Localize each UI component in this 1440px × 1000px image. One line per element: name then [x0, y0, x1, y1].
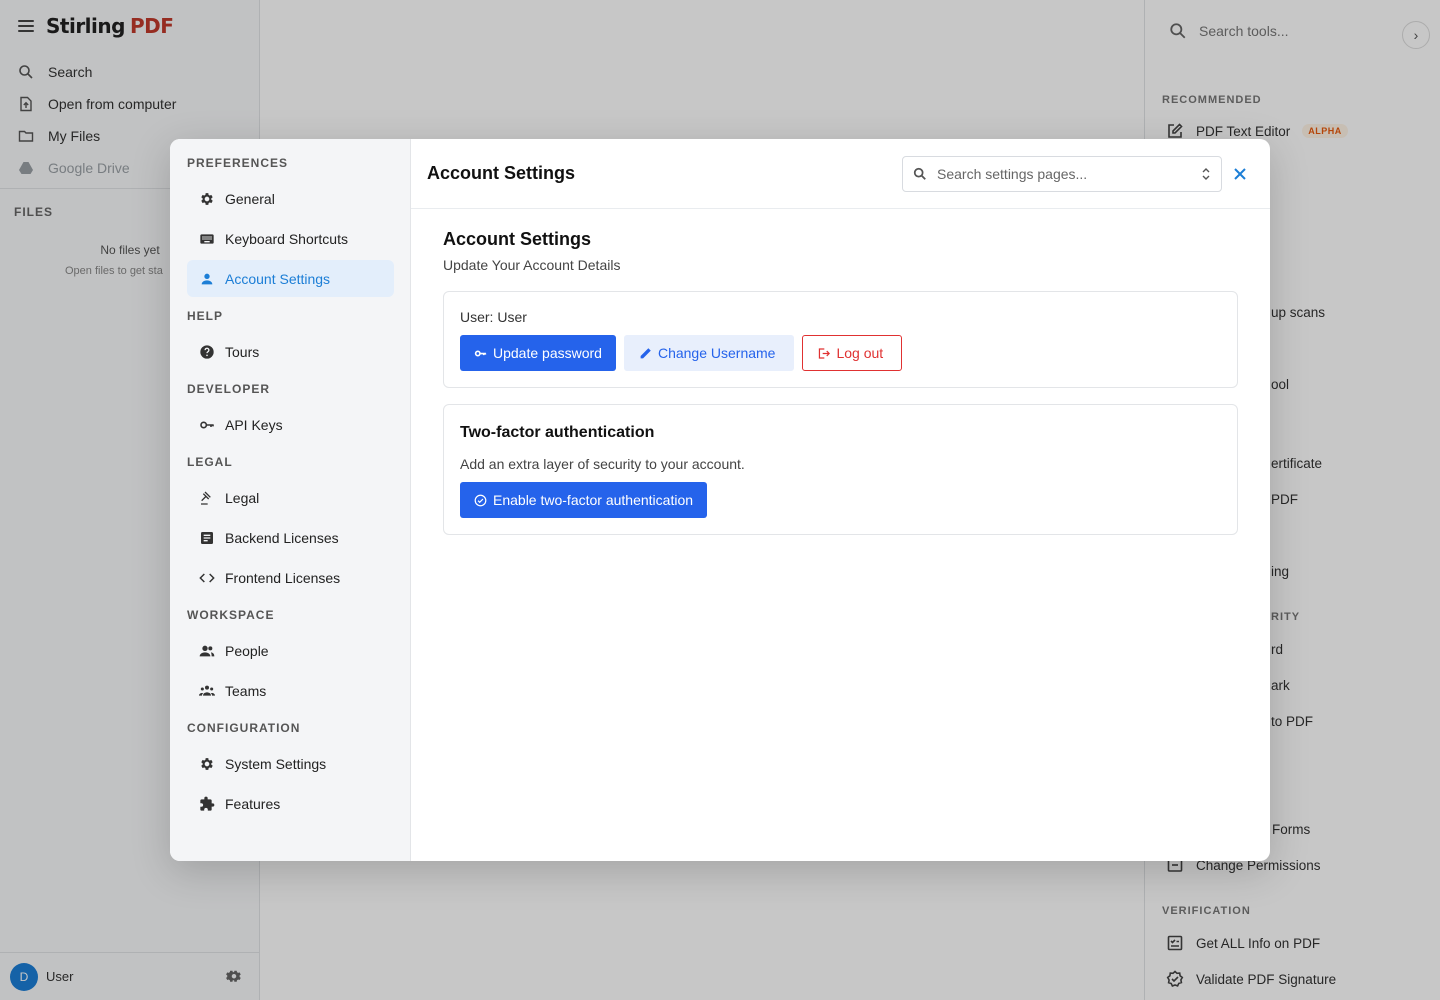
help-circle-icon	[200, 344, 214, 359]
two-factor-card: Two-factor authentication Add an extra l…	[443, 404, 1238, 535]
chevron-up-down-icon[interactable]	[1201, 167, 1211, 181]
group-label: PREFERENCES	[187, 156, 289, 170]
sidebar-item-label: Teams	[225, 682, 267, 699]
group-label: CONFIGURATION	[187, 721, 301, 735]
group-label: WORKSPACE	[187, 608, 275, 622]
logout-icon	[819, 347, 831, 359]
settings-content-panel: Account Settings Account Settings Update…	[411, 139, 1270, 861]
group-help: HELP Tours	[187, 309, 394, 370]
group-label: LEGAL	[187, 455, 233, 469]
key-icon	[474, 350, 487, 356]
sidebar-item-system-settings[interactable]: System Settings	[187, 745, 394, 782]
button-label: Update password	[493, 345, 602, 361]
group-label: HELP	[187, 309, 224, 323]
search-icon	[913, 167, 926, 180]
button-label: Enable two-factor authentication	[493, 492, 694, 508]
sidebar-item-legal[interactable]: Legal	[187, 479, 394, 516]
sidebar-item-label: Frontend Licenses	[225, 569, 341, 586]
sidebar-item-frontend-licenses[interactable]: Frontend Licenses	[187, 559, 394, 596]
sidebar-item-label: API Keys	[225, 416, 283, 433]
two-factor-title: Two-factor authentication	[460, 424, 655, 441]
teams-icon	[199, 685, 215, 696]
account-settings-content: Account Settings Update Your Account Det…	[411, 209, 1270, 555]
enable-2fa-button[interactable]: Enable two-factor authentication	[460, 482, 708, 518]
close-icon[interactable]	[1226, 160, 1254, 188]
group-preferences: PREFERENCES General Keyboard Shortcuts A…	[187, 156, 394, 297]
group-configuration: CONFIGURATION System Settings Features	[187, 721, 394, 822]
people-icon	[199, 645, 215, 656]
gavel-icon	[201, 491, 211, 505]
sidebar-item-people[interactable]: People	[187, 632, 394, 669]
update-password-button[interactable]: Update password	[460, 335, 616, 371]
sidebar-item-keyboard-shortcuts[interactable]: Keyboard Shortcuts	[187, 220, 394, 257]
sidebar-item-label: Backend Licenses	[225, 529, 339, 546]
section-title: Account Settings	[443, 229, 592, 249]
settings-search-input[interactable]	[937, 165, 1191, 182]
check-circle-icon	[474, 494, 487, 506]
key-icon	[200, 421, 214, 428]
sidebar-item-label: Legal	[225, 489, 260, 506]
button-label: Log out	[836, 345, 884, 361]
sidebar-item-label: System Settings	[225, 755, 327, 772]
sidebar-item-account-settings[interactable]: Account Settings	[187, 260, 394, 297]
pencil-icon	[640, 347, 651, 358]
sidebar-item-label: Tours	[225, 343, 260, 360]
sidebar-item-label: People	[225, 642, 269, 659]
sidebar-item-backend-licenses[interactable]: Backend Licenses	[187, 519, 394, 556]
group-workspace: WORKSPACE People Teams	[187, 608, 394, 709]
modal-header: Account Settings	[411, 139, 1270, 209]
two-factor-description: Add an extra layer of security to your a…	[460, 456, 745, 472]
sidebar-item-tours[interactable]: Tours	[187, 333, 394, 370]
sidebar-item-api-keys[interactable]: API Keys	[187, 406, 394, 443]
settings-sidebar: PREFERENCES General Keyboard Shortcuts A…	[170, 139, 411, 861]
gear-icon	[201, 192, 213, 205]
code-icon	[199, 572, 215, 583]
gear-icon	[201, 757, 213, 770]
sidebar-item-label: Account Settings	[225, 270, 331, 287]
sidebar-item-label: Keyboard Shortcuts	[225, 230, 348, 247]
puzzle-icon	[200, 796, 215, 811]
modal-title: Account Settings	[427, 163, 576, 183]
account-actions: Update password Change Username Log out	[460, 335, 1221, 371]
log-out-button[interactable]: Log out	[802, 335, 903, 371]
section-subtitle: Update Your Account Details	[443, 257, 621, 273]
button-label: Change Username	[657, 345, 776, 361]
keyboard-icon	[200, 233, 214, 244]
account-card: User: User Update password Change Userna…	[443, 291, 1238, 388]
user-line: User: User	[460, 309, 527, 325]
change-username-button[interactable]: Change Username	[623, 335, 795, 371]
sidebar-item-general[interactable]: General	[187, 180, 394, 217]
sidebar-item-label: Features	[225, 795, 281, 812]
settings-search[interactable]	[902, 155, 1222, 192]
person-icon	[201, 273, 213, 284]
group-developer: DEVELOPER API Keys	[187, 382, 394, 443]
group-legal: LEGAL Legal Backend Licenses Frontend Li…	[187, 455, 394, 596]
document-icon	[201, 531, 213, 544]
sidebar-item-features[interactable]: Features	[187, 785, 394, 822]
sidebar-item-teams[interactable]: Teams	[187, 672, 394, 709]
sidebar-item-label: General	[225, 190, 275, 207]
group-label: DEVELOPER	[187, 382, 271, 396]
settings-modal: PREFERENCES General Keyboard Shortcuts A…	[170, 139, 1270, 861]
